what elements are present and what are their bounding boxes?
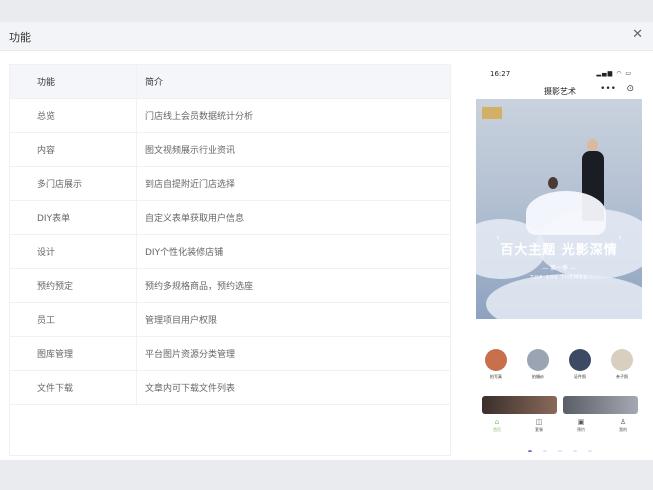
photo-thumbnail[interactable]: [482, 396, 557, 414]
avatar: [527, 349, 549, 371]
banner-headline: 百大主题 光影深情: [500, 243, 618, 258]
status-time: 16:27: [490, 70, 511, 78]
tab-label: 首页: [493, 427, 501, 432]
banner-english: TOP 100 THEMES: [530, 275, 588, 281]
feature-description: 管理项目用户权限: [136, 302, 450, 337]
pager-dot[interactable]: [542, 450, 547, 452]
feature-name: 图库管理: [10, 336, 137, 371]
pager-dot[interactable]: [527, 450, 532, 452]
tab-booking[interactable]: ▣ 预约: [566, 418, 596, 433]
preview-pager: [476, 439, 644, 452]
category-item[interactable]: 亲子照: [604, 349, 640, 380]
table-row: 预约预定 预约多规格商品，预约选座: [10, 268, 450, 303]
feature-description: DIY个性化装修店铺: [136, 234, 450, 269]
table-row: DIY表单 自定义表单获取用户信息: [10, 200, 450, 235]
column-header-description: 简介: [136, 65, 450, 99]
category-item[interactable]: 拍婚纱: [520, 349, 556, 380]
category-label: 拍写真: [490, 374, 502, 379]
category-label: 拍婚纱: [532, 374, 544, 379]
avatar: [611, 349, 633, 371]
feature-name: 文件下载: [10, 370, 137, 405]
user-icon: ♙: [619, 418, 627, 426]
category-item[interactable]: 证件照: [562, 349, 598, 380]
table-header-row: 功能 简介: [10, 65, 450, 99]
feature-name: 设计: [10, 234, 137, 269]
phone-preview: 16:27 ▂▄▆ ◠ ▭ 摄影艺术 ••• ⊙ ‹ › 百大主题 光影深情 —…: [476, 68, 644, 452]
column-header-feature: 功能: [10, 65, 137, 99]
signal-battery-icon: ▂▄▆ ◠ ▭: [596, 70, 632, 77]
feature-description: 到店自提附近门店选择: [136, 166, 450, 201]
dialog-header: 功能 ✕: [0, 22, 653, 51]
more-icon[interactable]: •••: [600, 84, 616, 94]
category-label: 证件照: [574, 374, 586, 379]
tab-mine[interactable]: ♙ 我的: [608, 418, 638, 433]
feature-name: 预约预定: [10, 268, 137, 303]
close-icon[interactable]: ✕: [632, 27, 643, 43]
tab-home[interactable]: ⌂ 首页: [482, 418, 512, 433]
miniapp-title: 摄影艺术: [544, 87, 576, 96]
feature-name: 多门店展示: [10, 166, 137, 201]
feature-description: 文章内可下载文件列表: [136, 370, 450, 405]
avatar: [485, 349, 507, 371]
brand-badge: [482, 107, 502, 119]
table-row: 员工 管理项目用户权限: [10, 302, 450, 337]
feature-name: 内容: [10, 132, 137, 167]
photo-strip: [482, 396, 638, 414]
feature-name: 员工: [10, 302, 137, 337]
banner-image[interactable]: ‹ › 百大主题 光影深情 — 第一季 — TOP 100 THEMES: [476, 99, 642, 319]
table-row: 设计 DIY个性化装修店铺: [10, 234, 450, 269]
home-icon: ⌂: [494, 418, 500, 426]
calendar-icon: ▣: [577, 418, 585, 426]
category-label: 亲子照: [616, 374, 628, 379]
feature-description: 预约多规格商品，预约选座: [136, 268, 450, 303]
table-row: 内容 图文视频展示行业资讯: [10, 132, 450, 167]
table-row: 图库管理 平台图片资源分类管理: [10, 336, 450, 371]
feature-name: DIY表单: [10, 200, 137, 235]
feature-description: 门店线上会员数据统计分析: [136, 98, 450, 133]
feature-description: 图文视频展示行业资讯: [136, 132, 450, 167]
pager-dot[interactable]: [573, 450, 578, 452]
avatar: [569, 349, 591, 371]
bag-icon: ◫: [535, 418, 543, 426]
feature-dialog: 功能 ✕ 功能 简介 总览 门店线上会员数据统计分析 内容 图文视频展示行业资讯 多…: [0, 22, 653, 460]
table-row: 文件下载 文章内可下载文件列表: [10, 370, 450, 405]
feature-description: 平台图片资源分类管理: [136, 336, 450, 371]
pager-dot[interactable]: [588, 450, 593, 452]
dialog-title: 功能: [9, 31, 31, 44]
category-item[interactable]: 拍写真: [478, 349, 514, 380]
feature-table: 功能 简介 总览 门店线上会员数据统计分析 内容 图文视频展示行业资讯 多门店展示到…: [9, 64, 451, 456]
table-row: 总览 门店线上会员数据统计分析: [10, 98, 450, 133]
tab-bar: ⌂ 首页 ◫ 套餐 ▣ 预约 ♙ 我的: [476, 418, 644, 438]
feature-description: 自定义表单获取用户信息: [136, 200, 450, 235]
tab-label: 我的: [619, 427, 627, 432]
tab-package[interactable]: ◫ 套餐: [524, 418, 554, 433]
tab-label: 预约: [577, 427, 585, 432]
close-capsule-icon[interactable]: ⊙: [626, 84, 634, 94]
photo-thumbnail[interactable]: [563, 396, 638, 414]
table-row: 多门店展示 到店自提附近门店选择: [10, 166, 450, 201]
feature-name: 总览: [10, 98, 137, 133]
category-row: 拍写真 拍婚纱 证件照 亲子照: [476, 349, 644, 389]
tab-label: 套餐: [535, 427, 543, 432]
banner-subtitle: — 第一季 —: [542, 265, 576, 272]
pager-dot[interactable]: [558, 450, 562, 452]
